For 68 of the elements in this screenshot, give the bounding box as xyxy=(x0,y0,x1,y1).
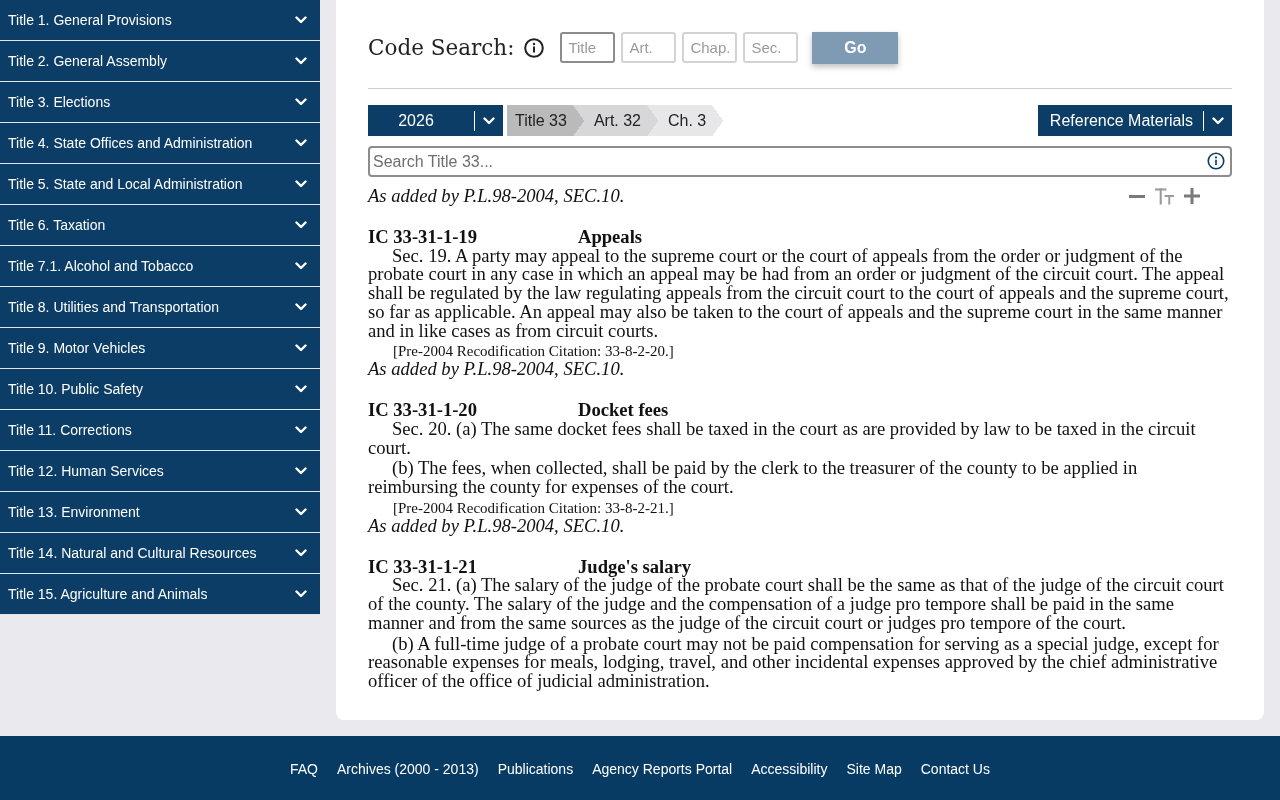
footer-link[interactable]: FAQ xyxy=(290,760,318,778)
chevron-down-icon xyxy=(295,221,307,229)
section-paragraph: Sec. 20. (a) The same docket fees shall be taxed in the court as are provided by law to be taxed in the circuit court. xyxy=(368,419,1197,458)
sidebar-item[interactable]: Title 8. Utilities and Transportation xyxy=(0,287,320,328)
reference-dropdown[interactable]: Reference Materials xyxy=(1037,105,1232,136)
chevron-down-icon xyxy=(295,590,307,598)
chevron-down-icon xyxy=(295,16,307,24)
section-number: IC 33-31-1-21 xyxy=(368,557,478,577)
search-field[interactable]: Search Title 33... xyxy=(368,146,1232,177)
footer-link[interactable]: Archives (2000 - 2013) xyxy=(337,760,479,778)
chevron-down-icon xyxy=(295,549,307,557)
footer-link[interactable]: Accessibility xyxy=(751,760,828,778)
chevron-down-icon xyxy=(295,467,307,475)
chevron-down-icon xyxy=(295,262,307,270)
section-paragraph: Sec. 21. (a) The salary of the judge of the probate court shall be the same as that of the judge of the circuit court of the county. The salary of the judge and the compensation of a judge pro tempore shall be paid in the same manner and from the same sources as the judge of the circuit court or judges pro tempore of the court. xyxy=(368,576,1225,633)
section-heading: Judge's salary xyxy=(578,555,692,577)
section-heading: Appeals xyxy=(578,225,643,247)
section-number: IC 33-31-1-19 xyxy=(368,227,478,247)
chevron-down-icon xyxy=(295,57,307,65)
minus-icon[interactable] xyxy=(1129,194,1145,198)
year-dropdown[interactable]: 2026 xyxy=(368,105,503,136)
footer-link[interactable]: Site Map xyxy=(846,760,902,778)
sidebar-item[interactable]: Title 6. Taxation xyxy=(0,205,320,246)
sidebar-item[interactable]: Title 1. General Provisions xyxy=(0,0,320,41)
sidebar-item[interactable]: Title 7.1. Alcohol and Tobacco xyxy=(0,246,320,287)
code-search-title: Code Search: xyxy=(368,35,515,60)
info-icon[interactable] xyxy=(524,37,545,58)
footer-link[interactable]: Agency Reports Portal xyxy=(592,760,733,778)
recodification-citation: [Pre-2004 Recodification Citation: 33-8-2-20.] xyxy=(392,342,675,361)
code-input-field[interactable]: Title xyxy=(560,32,616,63)
sidebar-item[interactable]: Title 9. Motor Vehicles xyxy=(0,328,320,369)
sidebar-item[interactable]: Title 14. Natural and Cultural Resources xyxy=(0,533,320,574)
sidebar-item[interactable]: Title 2. General Assembly xyxy=(0,41,320,82)
history-note: As added by P.L.98-2004, SEC.10. xyxy=(368,187,625,206)
text-size-icon[interactable] xyxy=(1155,187,1174,205)
breadcrumb-link[interactable]: Art. 32 xyxy=(583,105,658,136)
breadcrumb-link[interactable]: Title 33 xyxy=(507,105,584,136)
sidebar-item[interactable]: Title 12. Human Services xyxy=(0,451,320,492)
history-note: As added by P.L.98-2004, SEC.10. xyxy=(368,360,625,379)
sidebar-item[interactable]: Title 11. Corrections xyxy=(0,410,320,451)
chevron-down-icon xyxy=(295,344,307,352)
chevron-down-icon xyxy=(1212,116,1224,125)
chevron-down-icon xyxy=(295,98,307,106)
chevron-down-icon xyxy=(295,139,307,147)
section-paragraph: Sec. 19. A party may appeal to the supreme court or the court of appeals from the order or judgment of the probate court in any case in which an appeal may be had from an order or judgment of the circuit court. The appeal shall be regulated by the law regulating appeals from the circuit court to the court of appeals and the supreme court, so far as applicable. An appeal may also be taken to the court of appeals and the supreme court in the same manner and in like cases as from circuit courts. xyxy=(368,246,1230,341)
sidebar-item[interactable]: Title 10. Public Safety xyxy=(0,369,320,410)
sidebar-item[interactable]: Title 13. Environment xyxy=(0,492,320,533)
chevron-down-icon xyxy=(295,508,307,516)
breadcrumb-link[interactable]: Ch. 3 xyxy=(658,105,724,136)
chevron-down-icon xyxy=(295,385,307,393)
footer-link[interactable]: Contact Us xyxy=(920,760,990,778)
sidebar-item[interactable]: Title 15. Agriculture and Animals xyxy=(0,574,320,615)
recodification-citation: [Pre-2004 Recodification Citation: 33-8-2-21.] xyxy=(392,498,675,517)
chevron-down-icon xyxy=(295,303,307,311)
section-number: IC 33-31-1-20 xyxy=(368,401,478,420)
chevron-down-icon xyxy=(295,426,307,434)
sidebar-item[interactable]: Title 4. State Offices and Administration xyxy=(0,123,320,164)
info-icon[interactable] xyxy=(1207,152,1225,170)
chevron-down-icon xyxy=(295,180,307,188)
sidebar-item[interactable]: Title 3. Elections xyxy=(0,82,320,123)
sidebar-item[interactable]: Title 5. State and Local Administration xyxy=(0,164,320,205)
history-note: As added by P.L.98-2004, SEC.10. xyxy=(368,516,625,536)
section-paragraph: (b) The fees, when collected, shall be paid by the clerk to the treasurer of the county to be applied in reimbursing the county for expenses of the court. xyxy=(368,459,1139,497)
section-heading: Docket fees xyxy=(578,399,669,420)
plus-icon[interactable] xyxy=(1184,188,1200,205)
footer-link[interactable]: Publications xyxy=(497,760,574,778)
section-paragraph: (b) A full-time judge of a probate court may not be paid compensation for serving as a special judge, except for reasonable expenses for meals, lodging, travel, and other incidental expenses approved by the chief administrative officer of the office of judicial administration. xyxy=(368,634,1220,691)
chevron-down-icon xyxy=(483,116,495,125)
